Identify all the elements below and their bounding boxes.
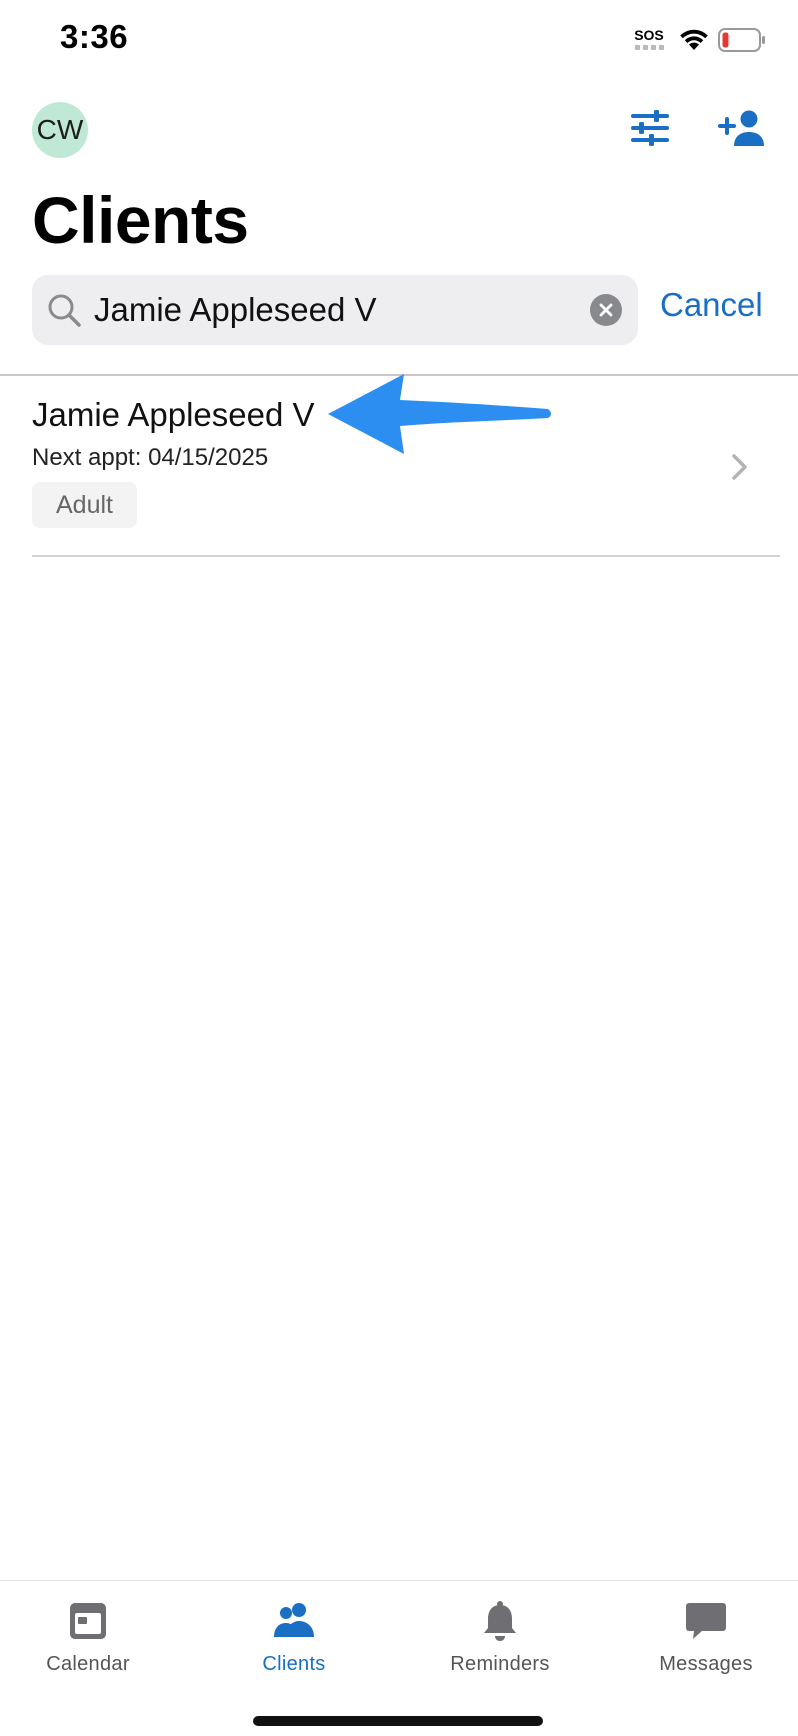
clients-screen: 3:36 SOS CW Clients Jamie Appleseed V Ca… bbox=[0, 0, 798, 1736]
people-icon bbox=[274, 1603, 314, 1637]
tab-label: Calendar bbox=[46, 1653, 130, 1675]
search-bar[interactable] bbox=[32, 275, 638, 345]
sos-label: SOS bbox=[634, 27, 664, 43]
tab-label: Clients bbox=[262, 1653, 326, 1675]
search-input[interactable] bbox=[94, 275, 554, 345]
wifi-icon bbox=[680, 29, 708, 50]
arrow-annotation-icon bbox=[328, 374, 551, 454]
battery-icon bbox=[718, 28, 765, 52]
client-type-badge: Adult bbox=[32, 482, 137, 528]
tab-label: Messages bbox=[659, 1653, 753, 1675]
close-icon bbox=[599, 303, 613, 317]
tab-reminders[interactable]: Reminders bbox=[400, 1581, 600, 1691]
bell-icon bbox=[484, 1601, 516, 1641]
home-indicator[interactable] bbox=[253, 1716, 543, 1726]
search-icon bbox=[48, 294, 81, 327]
tab-calendar[interactable]: Calendar bbox=[0, 1581, 188, 1691]
tab-messages[interactable]: Messages bbox=[606, 1581, 798, 1691]
next-appointment: Next appt: 04/15/2025 bbox=[32, 444, 269, 471]
avatar[interactable]: CW bbox=[32, 102, 88, 158]
status-time: 3:36 bbox=[60, 18, 129, 55]
calendar-icon bbox=[70, 1603, 106, 1639]
add-person-icon[interactable] bbox=[718, 108, 766, 148]
chevron-right-icon bbox=[732, 454, 747, 480]
tab-clients[interactable]: Clients bbox=[194, 1581, 394, 1691]
chat-icon bbox=[686, 1603, 726, 1639]
avatar-initials: CW bbox=[36, 114, 84, 145]
cancel-button[interactable]: Cancel bbox=[660, 286, 763, 324]
tab-bar: Calendar Clients Reminders Messages bbox=[0, 1580, 798, 1736]
sliders-icon[interactable] bbox=[630, 108, 670, 148]
clear-search-button[interactable] bbox=[590, 294, 622, 326]
divider bbox=[32, 555, 780, 557]
client-name: Jamie Appleseed V bbox=[32, 396, 315, 433]
page-title: Clients bbox=[32, 183, 249, 257]
sos-indicator: SOS bbox=[632, 27, 666, 57]
status-bar: 3:36 SOS bbox=[0, 0, 798, 80]
tab-label: Reminders bbox=[450, 1653, 550, 1675]
